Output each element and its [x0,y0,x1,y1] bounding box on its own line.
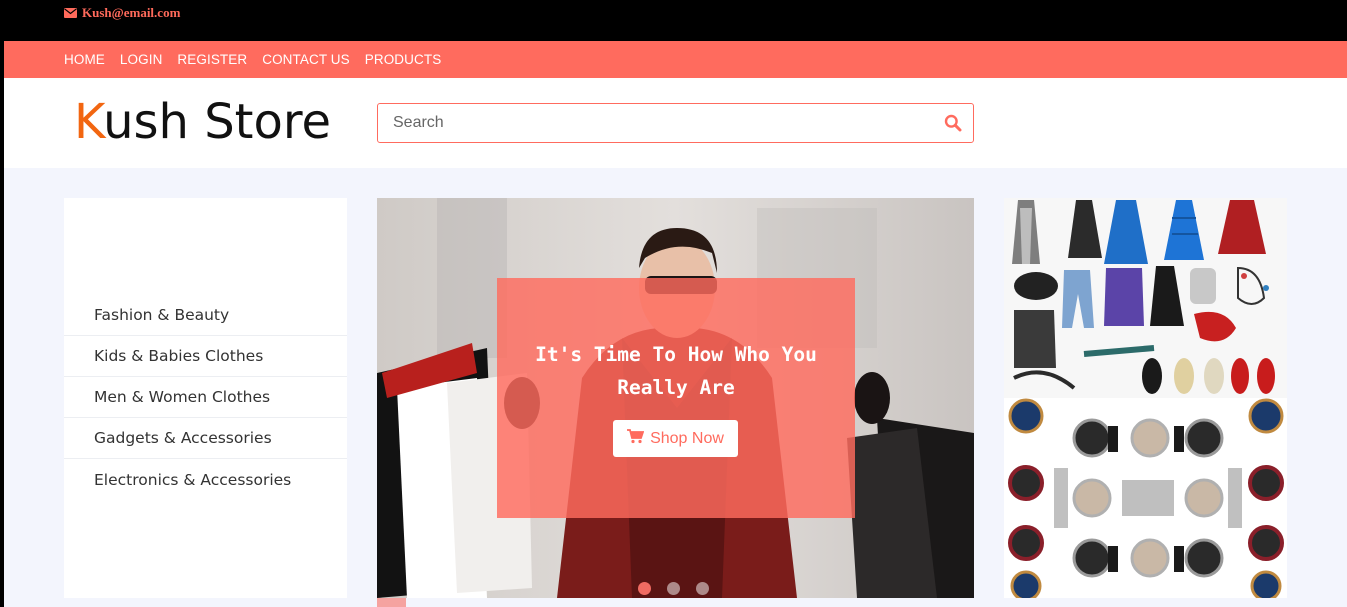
nav-products[interactable]: PRODUCTS [365,52,442,67]
fashion-watches-collage [1004,198,1287,598]
hero-headline-line1: It's Time To How Who You [535,343,817,366]
logo-text: ush Store [103,94,332,150]
hero-headline: It's Time To How Who You Really Are [497,338,855,404]
promo-image[interactable] [1004,198,1287,598]
contact-email[interactable]: Kush@email.com [64,5,180,21]
hero-caption-box: It's Time To How Who You Really Are Shop… [497,278,855,518]
category-electronics[interactable]: Electronics & Accessories [64,459,347,500]
window-edge [0,0,4,607]
nav-home[interactable]: HOME [64,52,105,67]
category-men-women[interactable]: Men & Women Clothes [64,377,347,418]
carousel-dot-2[interactable] [667,582,680,595]
shop-now-button[interactable]: Shop Now [613,420,738,457]
envelope-icon [64,8,77,18]
search-icon[interactable] [944,114,964,134]
email-text: Kush@email.com [82,5,181,20]
nav-register[interactable]: REGISTER [177,52,247,67]
carousel-dot-3[interactable] [696,582,709,595]
hero-headline-line2: Really Are [617,376,735,399]
search-bar [377,103,974,143]
shop-now-label: Shop Now [650,429,724,447]
store-logo[interactable]: Kush Store [74,92,331,152]
carousel-dot-1[interactable] [638,582,651,595]
hero-carousel[interactable]: It's Time To How Who You Really Are Shop… [377,198,974,598]
category-kids-babies[interactable]: Kids & Babies Clothes [64,336,347,377]
nav-contact-us[interactable]: CONTACT US [262,52,350,67]
hero-progress-strip [377,598,406,607]
main-nav: HOME LOGIN REGISTER CONTACT US PRODUCTS [0,41,1347,78]
shopping-cart-icon [627,428,645,449]
category-gadgets[interactable]: Gadgets & Accessories [64,418,347,459]
site-header: Kush Store [0,78,1347,168]
logo-initial: K [74,94,104,150]
category-sidebar: Fashion & Beauty Kids & Babies Clothes M… [64,198,347,598]
carousel-indicators [638,582,709,595]
search-input[interactable] [378,104,918,142]
nav-login[interactable]: LOGIN [120,52,163,67]
category-fashion-beauty[interactable]: Fashion & Beauty [64,295,347,336]
top-bar: Kush@email.com [0,0,1347,41]
